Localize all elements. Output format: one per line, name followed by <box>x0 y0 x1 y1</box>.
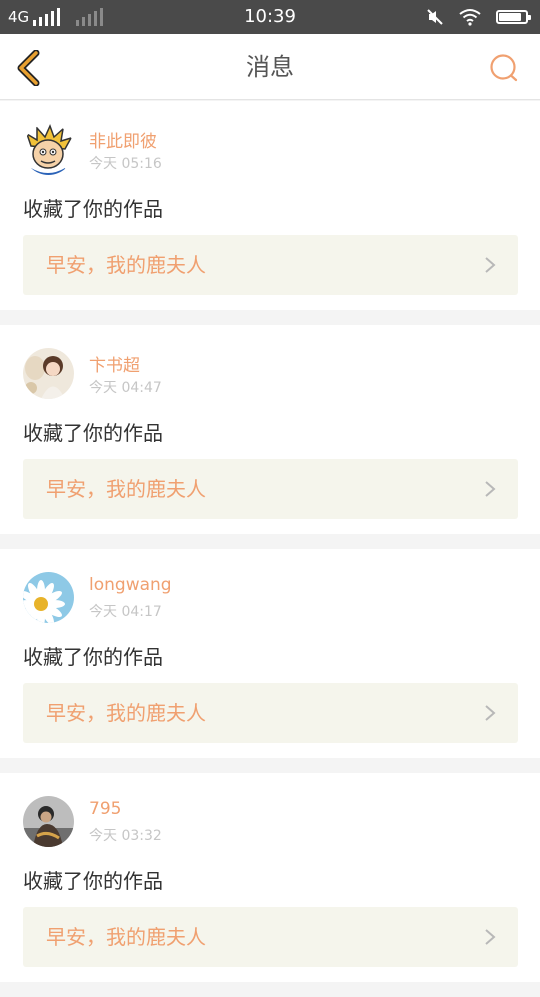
username[interactable]: 795 <box>89 799 121 819</box>
daisy-avatar <box>23 572 74 623</box>
chevron-right-icon <box>485 257 496 273</box>
message-card: 795 今天 03:32 收藏了你的作品 早安，我的鹿夫人 <box>0 773 540 982</box>
work-title: 早安，我的鹿夫人 <box>46 253 206 277</box>
message-card: longwang 今天 04:17 收藏了你的作品 早安，我的鹿夫人 <box>0 549 540 758</box>
action-text: 收藏了你的作品 <box>23 197 163 221</box>
status-bar: 4G 10:39 <box>0 0 540 34</box>
timestamp: 今天 04:47 <box>89 380 162 396</box>
username[interactable]: 卞书超 <box>89 351 140 376</box>
wifi-icon <box>459 9 481 26</box>
avatar[interactable] <box>23 796 74 847</box>
avatar[interactable] <box>23 572 74 623</box>
username[interactable]: 非此即彼 <box>89 127 157 152</box>
battery-icon <box>496 10 531 24</box>
status-right <box>426 0 531 34</box>
work-title: 早安，我的鹿夫人 <box>46 925 206 949</box>
search-button[interactable] <box>488 52 520 84</box>
avatar[interactable] <box>23 348 74 399</box>
action-text: 收藏了你的作品 <box>23 869 163 893</box>
work-link[interactable]: 早安，我的鹿夫人 <box>23 907 518 967</box>
timestamp: 今天 05:16 <box>89 156 162 172</box>
username[interactable]: longwang <box>89 575 172 595</box>
message-list: 非此即彼 今天 05:16 收藏了你的作品 早安，我的鹿夫人 卞书超 今天 04… <box>0 101 540 997</box>
chevron-right-icon <box>485 481 496 497</box>
child-photo-avatar <box>23 348 74 399</box>
cartoon-avatar <box>23 124 74 175</box>
action-text: 收藏了你的作品 <box>23 645 163 669</box>
work-link[interactable]: 早安，我的鹿夫人 <box>23 235 518 295</box>
work-title: 早安，我的鹿夫人 <box>46 701 206 725</box>
work-link[interactable]: 早安，我的鹿夫人 <box>23 683 518 743</box>
chevron-right-icon <box>485 705 496 721</box>
mute-icon <box>427 9 443 25</box>
timestamp: 今天 03:32 <box>89 828 162 844</box>
timestamp: 今天 04:17 <box>89 604 162 620</box>
battery-fill <box>499 13 522 21</box>
message-card: 卞书超 今天 04:47 收藏了你的作品 早安，我的鹿夫人 <box>0 325 540 534</box>
message-card: 非此即彼 今天 05:16 收藏了你的作品 早安，我的鹿夫人 <box>0 101 540 310</box>
work-link[interactable]: 早安，我的鹿夫人 <box>23 459 518 519</box>
page-title: 消息 <box>246 53 294 81</box>
avatar[interactable] <box>23 124 74 175</box>
nav-bar: 消息 <box>0 34 540 100</box>
search-icon <box>490 54 518 82</box>
chevron-right-icon <box>485 929 496 945</box>
person-photo-avatar <box>23 796 74 847</box>
work-title: 早安，我的鹿夫人 <box>46 477 206 501</box>
action-text: 收藏了你的作品 <box>23 421 163 445</box>
